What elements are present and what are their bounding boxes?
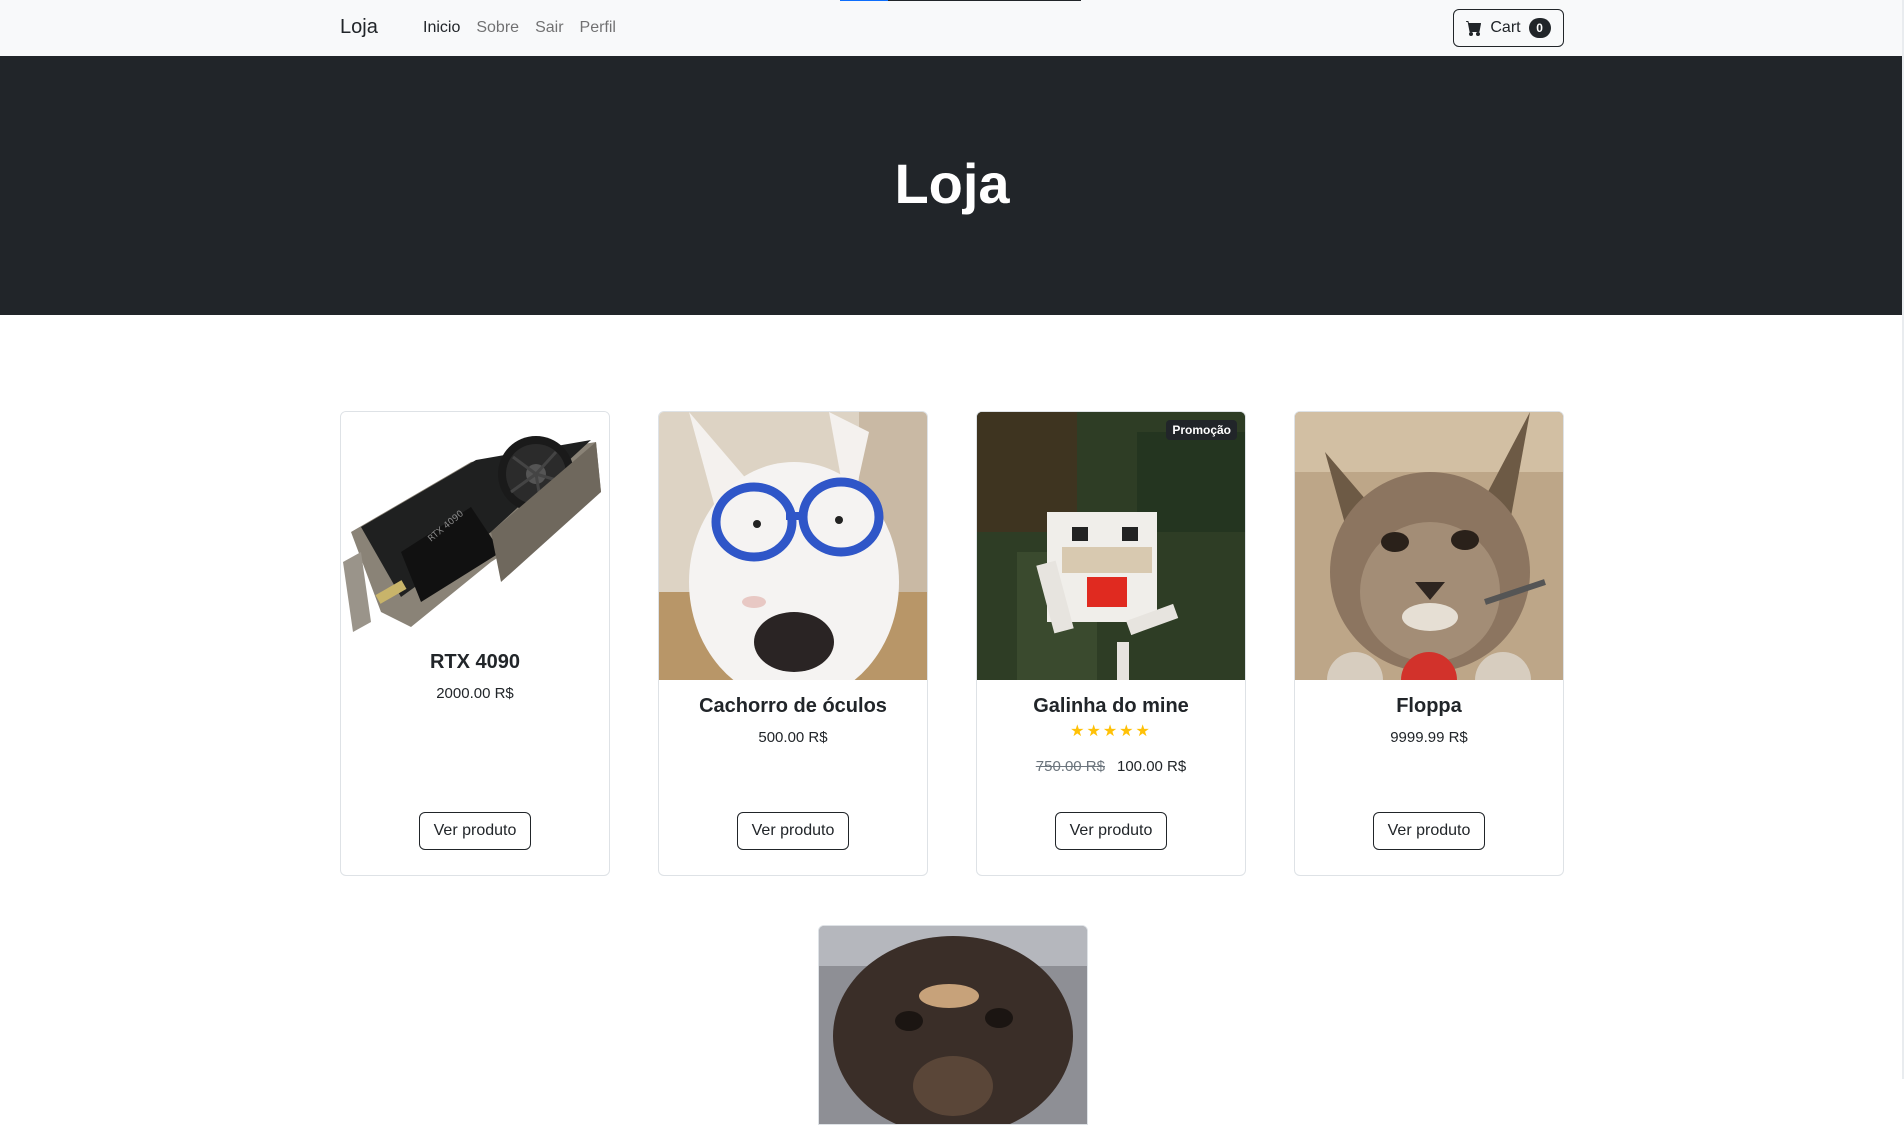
- star-icon: ★: [1119, 723, 1136, 740]
- navbar-brand[interactable]: Loja: [340, 16, 378, 39]
- product-image-dog: [819, 926, 1087, 1124]
- product-card-cachorro-de-oculos: Cachorro de óculos 500.00 R$ Ver produto: [658, 411, 928, 876]
- product-price: 500.00 R$: [758, 729, 828, 746]
- product-name: RTX 4090: [429, 651, 521, 673]
- product-price-block: 750.00 R$ 100.00 R$: [977, 758, 1245, 775]
- cart-button[interactable]: Cart 0: [1453, 9, 1564, 47]
- cart-label: Cart: [1490, 19, 1521, 36]
- nav-link-perfil[interactable]: Perfil: [580, 19, 616, 37]
- nav-link-sair[interactable]: Sair: [535, 19, 563, 37]
- product-price: 2000.00 R$: [436, 685, 514, 702]
- view-product-button[interactable]: Ver produto: [1373, 812, 1485, 850]
- cart-icon: [1466, 20, 1482, 36]
- product-price: 100.00 R$: [1117, 758, 1187, 775]
- hero-banner: Loja: [0, 56, 1904, 315]
- nav-link-inicio[interactable]: Inicio: [423, 19, 460, 37]
- product-image-floppa: [1295, 412, 1563, 680]
- product-name: Cachorro de óculos: [699, 695, 887, 717]
- product-name: Galinha do mine: [1033, 695, 1189, 717]
- product-name: Floppa: [1396, 695, 1462, 717]
- nav-links: Inicio Sobre Sair Perfil: [423, 19, 616, 37]
- view-product-button[interactable]: Ver produto: [737, 812, 849, 850]
- star-icon: ★: [1070, 723, 1087, 740]
- star-icon: ★: [1102, 723, 1120, 740]
- rating-stars: ★★★★★: [977, 721, 1245, 741]
- hero-title: Loja: [894, 152, 1010, 215]
- product-image-gpu: RTX 4090: [341, 412, 609, 680]
- view-product-button[interactable]: Ver produto: [1055, 812, 1167, 850]
- page-load-progress: [840, 0, 1081, 1]
- product-image-minecraft-chicken: Promoção: [977, 412, 1245, 680]
- view-product-button[interactable]: Ver produto: [419, 812, 531, 850]
- nav-link-sobre[interactable]: Sobre: [476, 19, 519, 37]
- product-card-galinha-do-mine: Promoção Galinha do mine ★★★★★ 750.00 R$…: [976, 411, 1246, 876]
- navbar: Loja Inicio Sobre Sair Perfil Cart 0: [0, 0, 1904, 56]
- sale-badge: Promoção: [1166, 420, 1237, 440]
- product-card-rtx-4090: RTX 4090 RTX 4090 2000.00 R$ Ver produto: [340, 411, 610, 876]
- product-card-partial: [818, 925, 1088, 1125]
- star-icon: ★: [1086, 723, 1103, 740]
- star-icon: ★: [1135, 723, 1152, 740]
- product-card-floppa: Floppa 9999.99 R$ Ver produto: [1294, 411, 1564, 876]
- old-price: 750.00 R$: [1035, 758, 1105, 775]
- page-load-progress-fill: [840, 0, 889, 1]
- product-image-dog-glasses: [659, 412, 927, 680]
- product-price: 9999.99 R$: [1390, 729, 1468, 746]
- cart-count-badge: 0: [1528, 18, 1551, 38]
